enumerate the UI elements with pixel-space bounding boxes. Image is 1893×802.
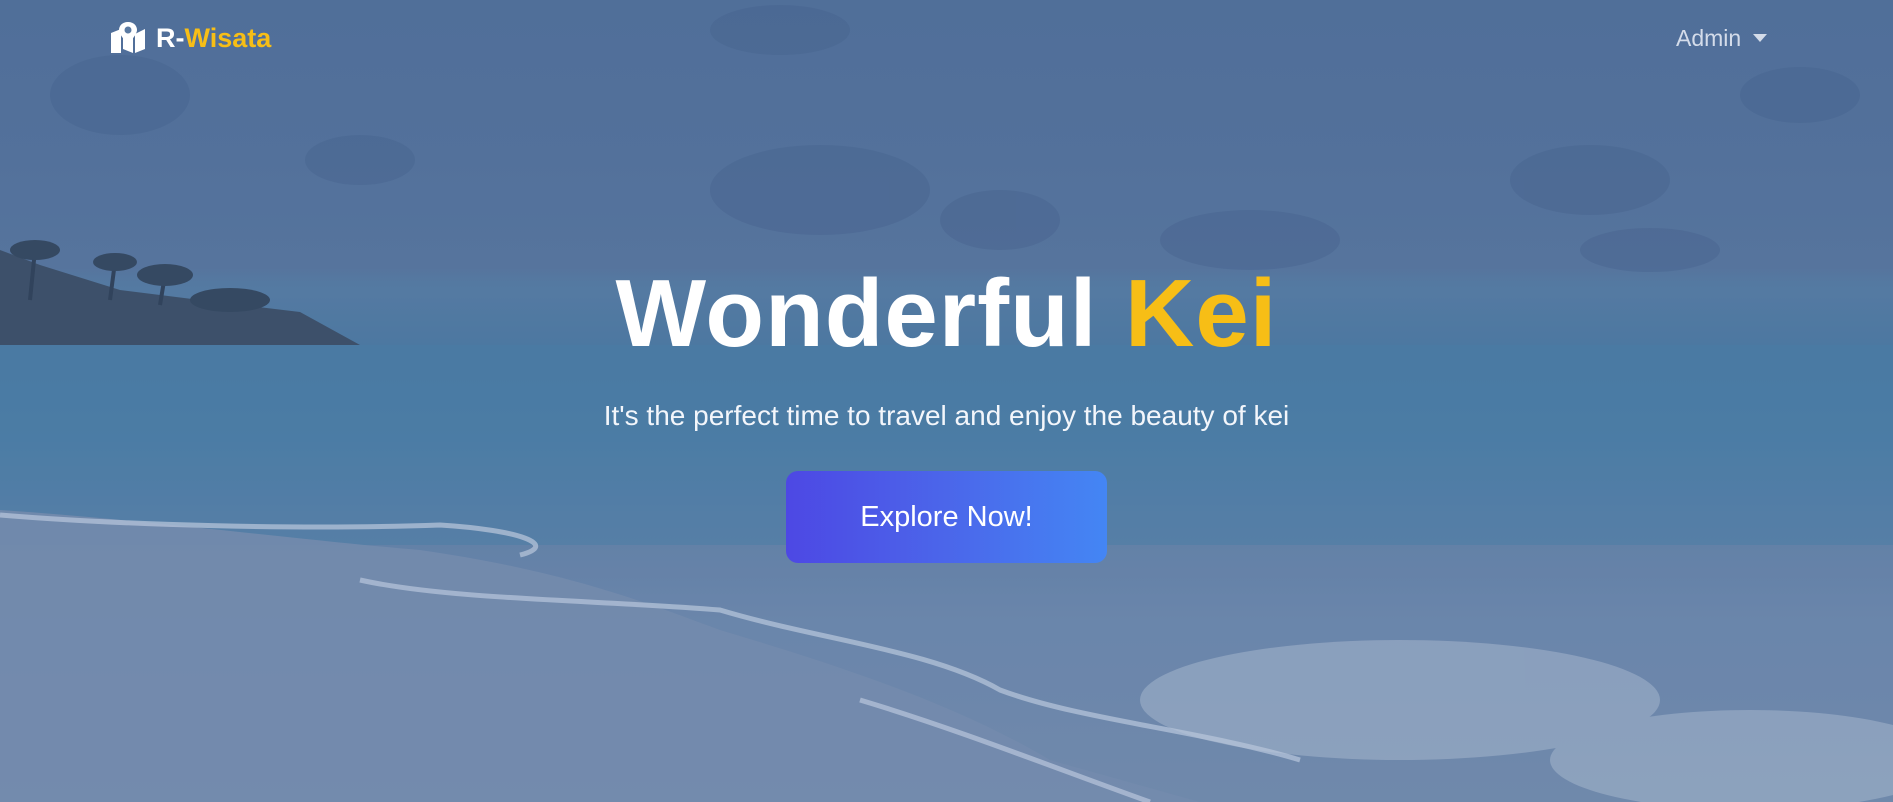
brand-logo[interactable]: R- Wisata bbox=[110, 20, 271, 56]
map-marker-icon bbox=[111, 22, 145, 53]
hero-title-main: Wonderful bbox=[615, 260, 1098, 367]
hero-subtitle: It's the perfect time to travel and enjo… bbox=[603, 400, 1290, 431]
navbar: R- Wisata Admin bbox=[0, 0, 1893, 76]
explore-now-button[interactable]: Explore Now! bbox=[786, 471, 1107, 563]
hero-content: Wonderful Kei It's the perfect time to t… bbox=[0, 258, 1893, 563]
admin-dropdown[interactable]: Admin bbox=[1676, 22, 1768, 54]
hero-section: R- Wisata Admin Wonderful Kei It's the p… bbox=[0, 0, 1893, 802]
caret-down-icon bbox=[1753, 34, 1768, 42]
brand-accent: Wisata bbox=[184, 22, 272, 53]
brand-prefix: R- bbox=[156, 22, 185, 53]
hero-title: Wonderful Kei bbox=[0, 258, 1893, 370]
admin-label: Admin bbox=[1676, 24, 1742, 51]
hero-title-accent: Kei bbox=[1125, 260, 1278, 367]
